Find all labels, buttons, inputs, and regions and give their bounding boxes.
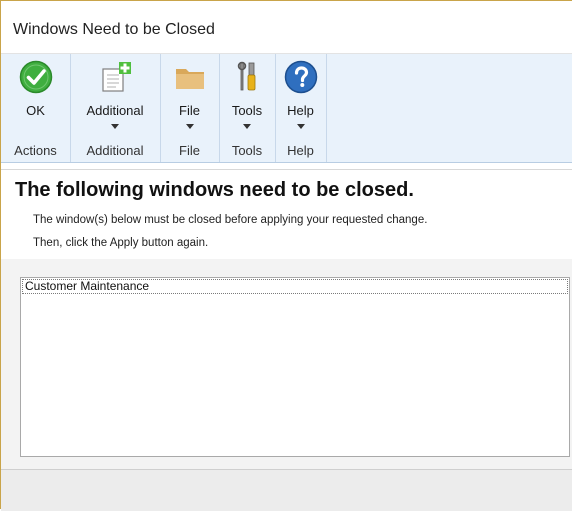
- help-icon: [284, 60, 318, 94]
- group-caption-tools: Tools: [231, 143, 263, 158]
- chevron-down-icon: [111, 124, 119, 129]
- group-caption-actions: Actions: [14, 143, 57, 158]
- ribbon-group-additional: Additional Additional: [70, 54, 161, 162]
- ribbon-toolbar: OK Actions Additional Additional File Fi…: [1, 54, 572, 163]
- status-bar: [1, 469, 572, 511]
- title-bar: Windows Need to be Closed: [1, 1, 572, 54]
- ribbon-group-file: File File: [160, 54, 220, 162]
- message-heading: The following windows need to be closed.: [15, 179, 414, 201]
- additional-button[interactable]: Additional: [70, 54, 160, 140]
- ribbon-group-help: Help Help: [275, 54, 327, 162]
- chevron-down-icon: [296, 124, 305, 129]
- tools-button[interactable]: Tools: [219, 54, 275, 140]
- group-caption-help: Help: [287, 143, 314, 158]
- additional-button-label: Additional: [86, 103, 144, 118]
- group-caption-additional: Additional: [86, 143, 144, 158]
- help-button[interactable]: Help: [275, 54, 326, 140]
- tools-button-label: Tools: [231, 103, 263, 118]
- message-panel: The following windows need to be closed.…: [1, 169, 572, 260]
- list-item[interactable]: Customer Maintenance: [22, 279, 568, 294]
- ok-check-icon: [19, 60, 53, 94]
- chevron-down-icon: [185, 124, 194, 129]
- tools-icon: [230, 60, 264, 94]
- ribbon-group-actions: OK Actions: [1, 54, 71, 162]
- folder-icon: [173, 60, 207, 94]
- help-button-label: Help: [287, 103, 314, 118]
- ok-button-label: OK: [26, 103, 45, 118]
- ok-button[interactable]: OK: [1, 54, 70, 140]
- open-windows-list[interactable]: Customer Maintenance: [20, 277, 570, 457]
- group-caption-file: File: [179, 143, 200, 158]
- window: Windows Need to be Closed OK Actions Add…: [0, 0, 572, 511]
- ribbon-group-tools: Tools Tools: [219, 54, 276, 162]
- content-area: Customer Maintenance: [1, 259, 572, 469]
- window-title: Windows Need to be Closed: [13, 21, 215, 38]
- chevron-down-icon: [243, 124, 251, 129]
- file-button[interactable]: File: [160, 54, 219, 140]
- message-line-2: Then, click the Apply button again.: [33, 237, 209, 249]
- file-button-label: File: [179, 103, 200, 118]
- message-line-1: The window(s) below must be closed befor…: [33, 214, 428, 226]
- additional-add-icon: [98, 60, 132, 94]
